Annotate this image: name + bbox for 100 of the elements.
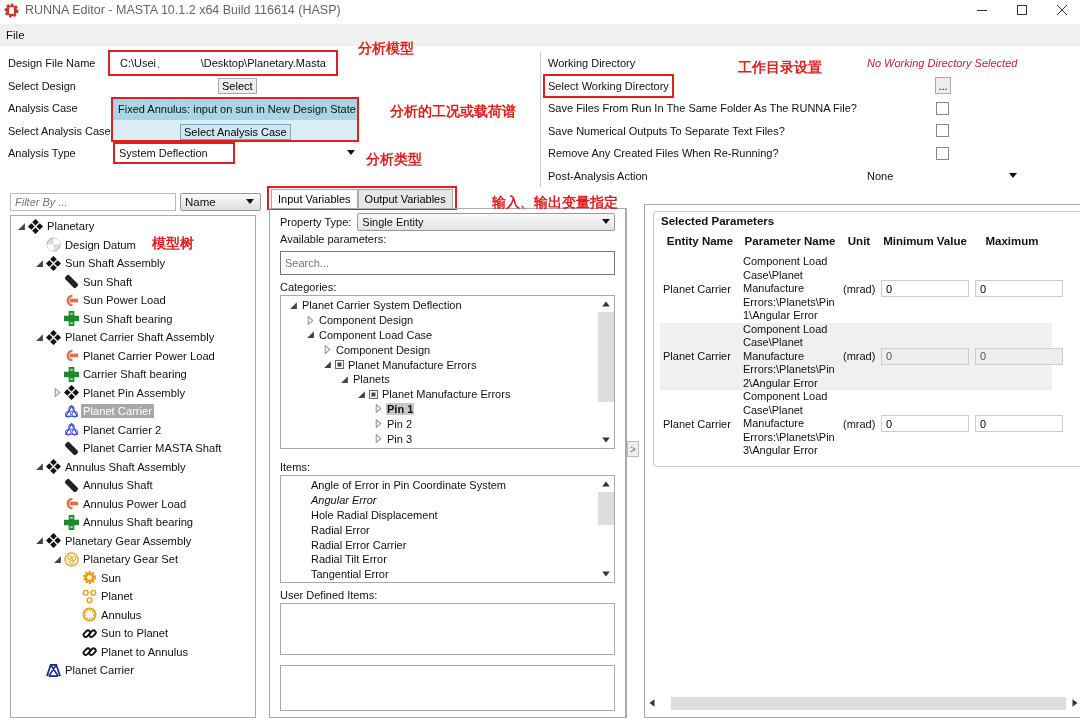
tab[interactable]: Input Variables [271, 189, 358, 208]
category-item[interactable]: Pin 3 [386, 432, 414, 445]
annotation-label: 工作目录设置 [738, 59, 822, 77]
browse-button[interactable]: ... [935, 77, 951, 95]
planet-gears-icon [82, 588, 97, 604]
collapsed-arrow-icon[interactable] [306, 315, 315, 325]
category-item[interactable]: Component Load Case [318, 329, 434, 341]
tree-item[interactable]: Planetary [45, 219, 97, 234]
tree-item[interactable]: Annulus Shaft [81, 478, 155, 493]
analysis-type-field[interactable]: System Deflection [115, 144, 233, 163]
tree-item[interactable]: Annulus Power Load [81, 496, 189, 511]
expanded-arrow-icon[interactable] [35, 536, 44, 546]
list-item[interactable]: Radial Error Carrier [285, 538, 407, 551]
user-items-field[interactable] [280, 603, 615, 655]
category-item[interactable]: Component Design [335, 343, 432, 356]
expanded-arrow-icon[interactable] [17, 221, 26, 231]
file-path: C:\Usei、 \Desktop\Planetary.Masta [110, 52, 336, 75]
tree-item[interactable]: Sun Shaft [81, 274, 135, 289]
tree-item[interactable]: Sun [99, 570, 123, 585]
tree-item[interactable]: Annulus [99, 607, 144, 622]
category-item[interactable]: Planet Carrier System Deflection [301, 299, 463, 312]
expanded-arrow-icon[interactable] [289, 300, 298, 310]
expanded-arrow-icon[interactable] [35, 258, 44, 268]
max-value-field[interactable]: 0 [975, 415, 1063, 433]
category-item[interactable]: Planets [352, 373, 391, 386]
tab[interactable]: Output Variables [357, 189, 453, 208]
tree-item[interactable]: Sun to Planet [99, 626, 171, 641]
field-label: Analysis Type [7, 147, 77, 160]
category-item[interactable]: Pin 2 [386, 417, 414, 430]
category-item[interactable]: Pin 1 [386, 402, 415, 415]
tree-item[interactable]: Sun Power Load [81, 293, 168, 308]
expanded-arrow-icon[interactable] [35, 462, 44, 472]
text-field[interactable] [280, 665, 615, 711]
tree-item[interactable]: Planet [99, 589, 135, 604]
filter-field[interactable]: Filter By ... [10, 193, 176, 211]
search-field[interactable]: Search... [280, 251, 615, 275]
checkbox[interactable] [936, 124, 949, 138]
field-label: Property Type: [280, 216, 352, 228]
checkbox[interactable] [936, 101, 949, 115]
sort-dropdown[interactable]: Name [180, 193, 261, 211]
tree-item[interactable]: Planet Carrier MASTA Shaft [81, 441, 224, 456]
tree-item[interactable]: Planet to Annulus [99, 644, 191, 659]
tree-item[interactable]: Design Datum [63, 237, 138, 252]
checkbox[interactable] [936, 146, 949, 160]
list-item[interactable]: Angle of Error in Pin Coordinate System [285, 479, 507, 492]
close-icon[interactable] [1056, 4, 1068, 16]
maximize-icon[interactable] [1016, 4, 1028, 16]
collapsed-arrow-icon[interactable] [53, 388, 62, 398]
category-item[interactable]: Planet Manufacture Errors [381, 388, 512, 401]
tree-item[interactable]: Planet Carrier Power Load [81, 348, 217, 363]
min-value-field[interactable]: 0 [881, 280, 969, 298]
collapsed-arrow-icon[interactable] [323, 345, 332, 355]
tree-item[interactable]: Sun Shaft bearing [81, 311, 175, 326]
select-button[interactable]: Select [218, 77, 257, 94]
list-item[interactable]: Radial Error [285, 523, 370, 536]
tree-item[interactable]: Annulus Shaft bearing [81, 515, 196, 530]
property-type-dropdown[interactable]: Single Entity [357, 213, 615, 231]
select-analysis-case-button[interactable]: Select Analysis Case [180, 124, 291, 140]
scroll-up-icon[interactable] [600, 479, 611, 489]
expanded-arrow-icon[interactable] [323, 360, 332, 370]
load-icon [64, 348, 79, 364]
action-dropdown[interactable]: None [867, 169, 1017, 182]
scroll-left-icon[interactable] [647, 698, 657, 708]
scroll-up-icon[interactable] [600, 299, 611, 309]
min-value-field[interactable]: 0 [881, 415, 969, 433]
collapsed-arrow-icon[interactable] [374, 419, 383, 429]
tree-item[interactable]: Planetary Gear Set [81, 552, 181, 567]
tree-item[interactable]: Planet Carrier 2 [81, 422, 164, 437]
tree-item[interactable]: Annulus Shaft Assembly [63, 459, 188, 474]
gear-set-icon [64, 551, 79, 567]
expanded-arrow-icon[interactable] [53, 554, 62, 564]
scroll-right-icon[interactable] [1070, 698, 1080, 708]
collapsed-arrow-icon[interactable] [374, 434, 383, 444]
assembly-icon [28, 218, 43, 234]
expanded-arrow-icon[interactable] [35, 332, 44, 342]
scroll-down-icon[interactable] [600, 569, 611, 579]
column-header: Minimum Value [882, 234, 968, 249]
column-header: Parameter Name [743, 234, 837, 249]
expanded-arrow-icon[interactable] [357, 389, 366, 399]
list-item[interactable]: Tangential Error [285, 568, 389, 581]
tree-item[interactable]: Planet Carrier Shaft Assembly [63, 330, 217, 345]
tree-item[interactable]: Planetary Gear Assembly [63, 533, 194, 548]
tree-item[interactable]: Planet Carrier [63, 663, 136, 678]
list-item[interactable]: Angular Error [285, 494, 377, 507]
tree-item[interactable]: Planet Pin Assembly [81, 385, 187, 400]
expanded-arrow-icon[interactable] [340, 374, 349, 384]
collapsed-arrow-icon[interactable] [374, 404, 383, 414]
tree-item[interactable]: Carrier Shaft bearing [81, 367, 189, 382]
caret-icon [347, 150, 355, 157]
max-value-field[interactable]: 0 [975, 280, 1063, 298]
list-item[interactable]: Hole Radial Displacement [285, 509, 438, 521]
menu-item[interactable]: File [0, 29, 31, 41]
tree-item[interactable]: Sun Shaft Assembly [63, 256, 168, 271]
scroll-down-icon[interactable] [600, 435, 611, 445]
list-item[interactable]: Radial Tilt Error [285, 553, 387, 566]
category-item[interactable]: Planet Manufacture Errors [347, 358, 478, 371]
expanded-arrow-icon[interactable] [306, 330, 315, 340]
category-item[interactable]: Component Design [318, 314, 415, 327]
scrollbar[interactable] [647, 695, 1080, 711]
annotation-label: 输入、输出变量指定 [492, 194, 618, 212]
